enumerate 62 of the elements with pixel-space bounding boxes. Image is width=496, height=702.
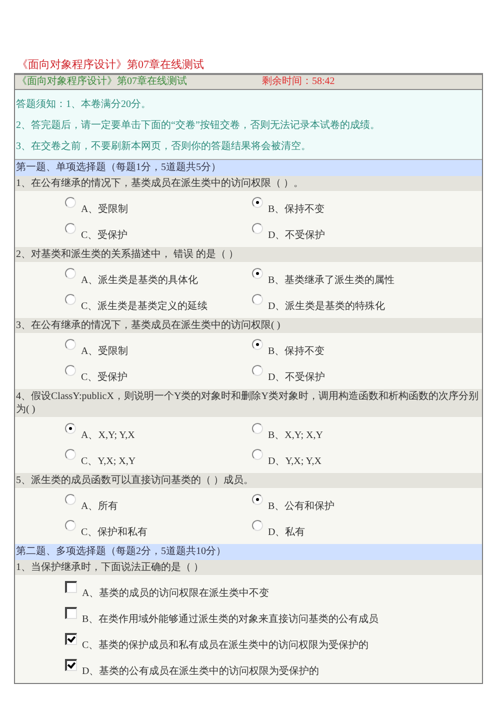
radio-button[interactable]: [65, 339, 76, 350]
radio-button[interactable]: [252, 423, 263, 434]
option-label: C、Y,X; X,Y: [81, 455, 136, 468]
time-remaining: 剩余时间：58:42: [262, 75, 335, 89]
radio-button[interactable]: [65, 365, 76, 376]
option-label: A、受限制: [81, 202, 128, 216]
checkbox[interactable]: [65, 581, 77, 593]
notice-text: 答题须知：1、本卷满分20分。: [16, 98, 152, 112]
radio-button[interactable]: [65, 197, 76, 208]
option-label: B、公有和保护: [268, 500, 335, 513]
option-label: A、基类的成员的访问权限在派生类中不变: [82, 586, 270, 600]
section-header: 第二题、多项选择题（每题2分，5道题共10分）: [15, 544, 482, 560]
radio-button[interactable]: [65, 423, 76, 434]
option-label: D、Y,X; Y,X: [268, 455, 322, 468]
radio-button[interactable]: [65, 294, 76, 305]
option-label: A、所有: [81, 500, 118, 513]
question-row: 1、当保护继承时，下面说法正确的是（ ）: [15, 560, 482, 575]
radio-button[interactable]: [65, 223, 76, 234]
option-label: A、受限制: [81, 344, 128, 358]
option-label: D、基类的公有成员在派生类中的访问权限为受保护的: [82, 664, 320, 678]
notice-text: 3、在交卷之前，不要刷新本网页，否则你的答题结果将会被清空。: [16, 140, 312, 154]
checkbox[interactable]: [65, 633, 77, 645]
radio-button[interactable]: [252, 339, 263, 350]
option-label: B、保持不变: [268, 344, 325, 358]
radio-button[interactable]: [65, 520, 76, 531]
radio-button[interactable]: [252, 494, 263, 505]
question-row: 5、派生类的成员函数可以直接访问基类的（ ）成员。: [15, 473, 482, 488]
option-label: C、受保护: [81, 228, 128, 242]
option-label: A、派生类是基类的具体化: [81, 274, 198, 287]
option-label: A、X,Y; Y,X: [81, 429, 135, 442]
option-label: D、不受保护: [268, 370, 326, 384]
radio-button[interactable]: [252, 268, 263, 279]
radio-button[interactable]: [65, 449, 76, 460]
page-title: 《面向对象程序设计》第07章在线测试: [16, 58, 205, 72]
radio-button[interactable]: [252, 223, 263, 234]
radio-button[interactable]: [252, 520, 263, 531]
option-label: C、受保护: [81, 370, 128, 384]
question-row: 2、对基类和派生类的关系描述中， 错误 的是（ ）: [15, 247, 482, 262]
option-label: C、派生类是基类定义的延续: [81, 300, 208, 313]
notice-text: 2、答完题后，请一定要单击下面的“交卷”按钮交卷，否则无法记录本试卷的成绩。: [16, 118, 381, 133]
option-label: D、不受保护: [268, 228, 326, 242]
radio-button[interactable]: [252, 197, 263, 208]
option-label: B、X,Y; X,Y: [268, 429, 323, 442]
option-label: B、在类作用域外能够通过派生类的对象来直接访问基类的公有成员: [82, 612, 379, 626]
exam-title: 《面向对象程序设计》第07章在线测试: [17, 75, 188, 89]
question-row: 4、假设ClassY:publicX，则说明一个Y类的对象时和删除Y类对象时，调用构造函数和析构函数的次序分别为( ): [15, 389, 482, 417]
question-row: 3、在公有继承的情况下，基类成员在派生类中的访问权限( ): [15, 318, 482, 333]
radio-button[interactable]: [252, 294, 263, 305]
radio-button[interactable]: [252, 449, 263, 460]
checkbox[interactable]: [65, 659, 77, 671]
option-label: D、派生类是基类的特殊化: [268, 300, 386, 313]
radio-button[interactable]: [252, 365, 263, 376]
radio-button[interactable]: [65, 268, 76, 279]
question-row: 1、在公有继承的情况下，基类成员在派生类中的访问权限（ ）。: [15, 176, 482, 191]
option-label: C、保护和私有: [81, 526, 148, 539]
option-label: B、保持不变: [268, 202, 325, 216]
option-label: C、基类的保护成员和私有成员在派生类中的访问权限为受保护的: [82, 638, 369, 652]
radio-button[interactable]: [65, 494, 76, 505]
checkbox[interactable]: [65, 607, 77, 619]
option-label: B、基类继承了派生类的属性: [268, 274, 395, 287]
section-header: 第一题、单项选择题（每题1分，5道题共5分）: [15, 160, 482, 176]
option-label: D、私有: [268, 526, 306, 539]
